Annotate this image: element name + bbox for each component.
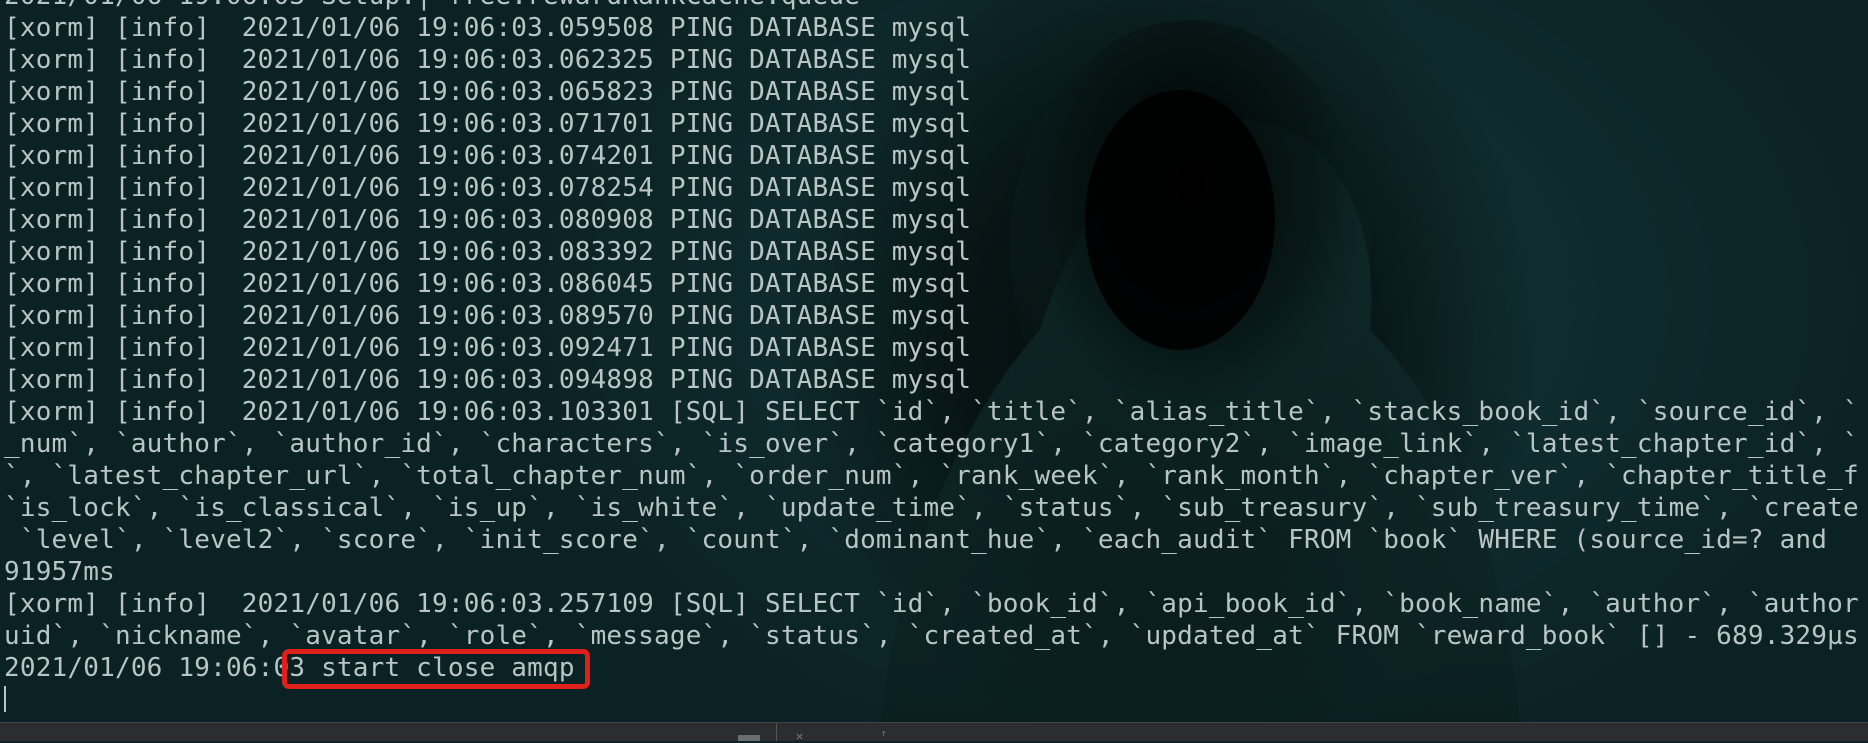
- terminal-line: [xorm] [info] 2021/01/06 19:06:03.062325…: [4, 45, 972, 75]
- terminal-line: [xorm] [info] 2021/01/06 19:06:03.065823…: [4, 77, 972, 107]
- text-cursor: [4, 686, 6, 712]
- terminal-line: [xorm] [info] 2021/01/06 19:06:03.080908…: [4, 205, 972, 235]
- terminal-output: 2021/01/06 19:06:03 Setup:| free:rewardR…: [4, 0, 1859, 684]
- terminal-line: [xorm] [info] 2021/01/06 19:06:03.103301…: [4, 397, 1859, 427]
- terminal-line: uid`, `nickname`, `avatar`, `role`, `mes…: [4, 621, 1859, 651]
- terminal-line: [xorm] [info] 2021/01/06 19:06:03.086045…: [4, 269, 972, 299]
- app-icon[interactable]: [738, 735, 760, 741]
- terminal-line: [xorm] [info] 2021/01/06 19:06:03.089570…: [4, 301, 972, 331]
- terminal-line: [xorm] [info] 2021/01/06 19:06:03.078254…: [4, 173, 972, 203]
- terminal-line: [xorm] [info] 2021/01/06 19:06:03.074201…: [4, 141, 972, 171]
- terminal-line: _num`, `author`, `author_id`, `character…: [4, 429, 1859, 459]
- terminal-line: 2021/01/06 19:06:03 Setup:| free:rewardR…: [4, 0, 1859, 12]
- terminal-line: [xorm] [info] 2021/01/06 19:06:03.092471…: [4, 333, 972, 363]
- terminal-line: [xorm] [info] 2021/01/06 19:06:03.071701…: [4, 109, 972, 139]
- terminal-line: `, `latest_chapter_url`, `total_chapter_…: [4, 461, 1859, 491]
- terminal-line: 91957ms: [4, 557, 115, 587]
- terminal-line: [xorm] [info] 2021/01/06 19:06:03.083392…: [4, 237, 972, 267]
- terminal-window[interactable]: 2021/01/06 19:06:03 Setup:| free:rewardR…: [0, 0, 1868, 722]
- terminal-line: `is_lock`, `is_classical`, `is_up`, `is_…: [4, 493, 1859, 523]
- taskbar-divider: [776, 723, 777, 741]
- terminal-line: `level`, `level2`, `score`, `init_score`…: [4, 525, 1843, 555]
- taskbar: ✕ ᶠ: [0, 722, 1868, 742]
- terminal-line: [xorm] [info] 2021/01/06 19:06:03.094898…: [4, 365, 972, 395]
- red-highlight-annotation: [282, 649, 590, 689]
- terminal-line: [xorm] [info] 2021/01/06 19:06:03.059508…: [4, 13, 972, 43]
- terminal-line: [xorm] [info] 2021/01/06 19:06:03.257109…: [4, 589, 1859, 619]
